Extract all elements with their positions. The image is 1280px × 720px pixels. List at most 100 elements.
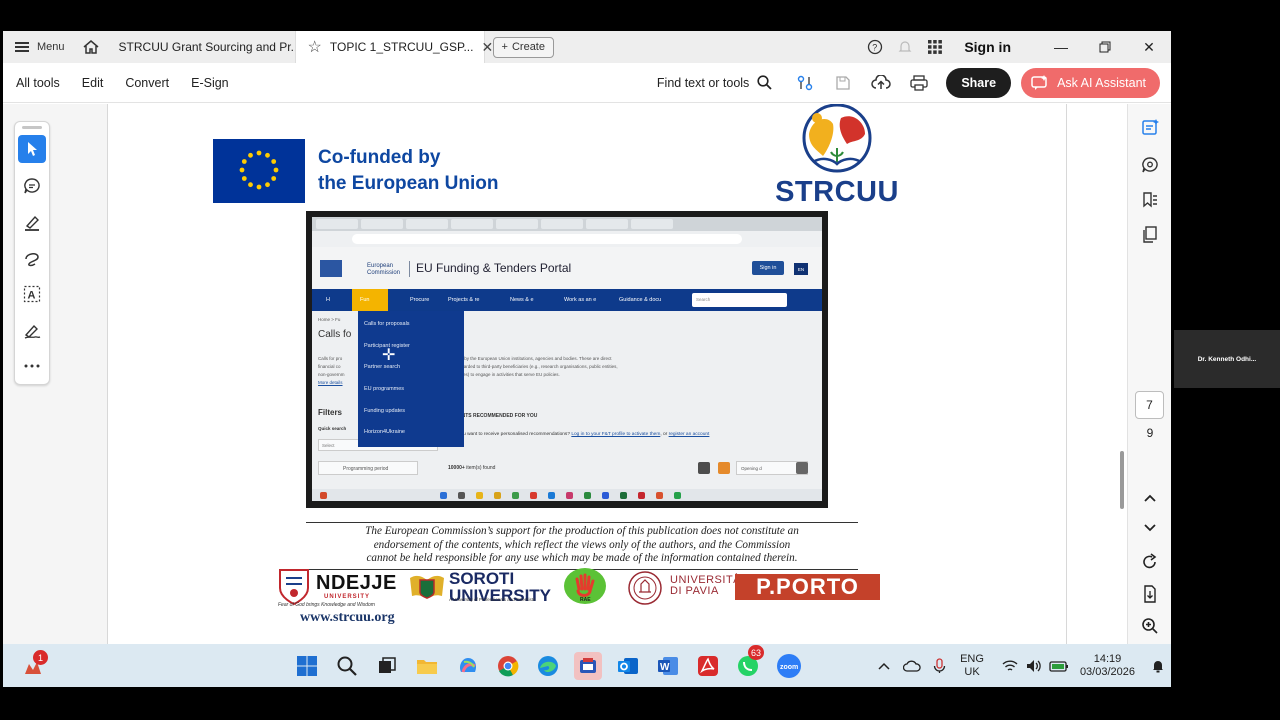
vertical-scrollbar[interactable] [1120, 451, 1124, 509]
tab-topic-1[interactable]: ☆ TOPIC 1_STRCUU_GSP... ✕ [294, 31, 493, 63]
recommend-register-link: register an account [668, 432, 710, 437]
draw-tool-icon[interactable] [18, 244, 46, 272]
dropdown-item: Horizon4Ukraine [364, 429, 405, 435]
ai-summary-icon[interactable] [1139, 116, 1161, 138]
taskbar-mini-icon [440, 492, 447, 499]
quick-tools-panel: A [14, 121, 50, 385]
compare-icon[interactable] [786, 74, 824, 92]
create-button[interactable]: + Create [492, 36, 554, 58]
zoom-icon[interactable]: zoom [775, 652, 803, 680]
dropdown-item: Calls for proposals [364, 321, 410, 327]
language-indicator[interactable]: ENG UK [960, 653, 984, 679]
chevron-up-icon[interactable] [870, 662, 898, 670]
file-explorer-icon[interactable] [413, 652, 441, 680]
find-tools[interactable]: Find text or tools [657, 75, 772, 90]
nav-funding-tab: Fun [352, 289, 388, 311]
highlight-tool-icon[interactable] [18, 208, 46, 236]
disclaimer-line: endorsement of the contents, which refle… [373, 538, 791, 551]
notifications-icon[interactable] [1145, 659, 1171, 673]
soroti-line-1: SOROTI [449, 569, 515, 588]
tab-grant-sourcing[interactable]: STRCUU Grant Sourcing and Pr... [107, 31, 301, 63]
more-details-link: More details [318, 380, 343, 385]
soroti-sub: A University of Professionals and Scient… [449, 597, 536, 602]
upload-icon[interactable] [862, 74, 900, 91]
browser-tabs [312, 217, 822, 231]
comment-tool-icon[interactable] [18, 172, 46, 200]
whatsapp-icon[interactable]: 63 [734, 645, 765, 680]
acrobat-icon[interactable] [694, 652, 722, 680]
star-icon[interactable]: ☆ [308, 37, 322, 57]
apps-grid-icon[interactable] [920, 40, 950, 54]
widgets-icon[interactable]: 1 [20, 650, 48, 680]
more-tools-icon[interactable] [18, 352, 46, 380]
bell-icon[interactable] [890, 39, 920, 55]
pavia-line-2: DI PAVIA [670, 585, 719, 597]
taskbar-mini-icon [674, 492, 681, 499]
restore-button[interactable] [1083, 41, 1127, 53]
all-tools-menu[interactable]: All tools [3, 76, 71, 90]
wifi-icon[interactable] [998, 659, 1022, 672]
panel-grip[interactable] [22, 126, 42, 129]
rotate-icon[interactable] [1139, 551, 1161, 573]
edge-icon[interactable] [534, 652, 562, 680]
print-icon[interactable] [900, 74, 938, 91]
porto-logo: P.PORTO [735, 574, 880, 600]
page-up-icon[interactable] [1139, 487, 1161, 509]
find-label: Find text or tools [656, 75, 750, 90]
pages-icon[interactable] [1139, 224, 1161, 246]
ask-ai-button[interactable]: Ask AI Assistant [1021, 67, 1160, 98]
share-button[interactable]: Share [946, 67, 1012, 98]
comments-icon[interactable] [1139, 154, 1161, 176]
recommend-login-link: Log in to your F&T profile to activate t… [571, 432, 661, 437]
page-down-icon[interactable] [1139, 517, 1161, 539]
nav-guidance: Guidance & docu [619, 297, 662, 303]
help-icon[interactable]: ? [860, 39, 890, 55]
lang-region: UK [964, 665, 980, 678]
left-text: Calls for pro financial co non-governm M… [318, 355, 345, 387]
menu-label: Menu [37, 41, 65, 53]
current-page-input[interactable]: 7 [1135, 391, 1164, 419]
copilot-icon[interactable] [454, 652, 482, 680]
zoom-in-icon[interactable] [1139, 615, 1161, 637]
search-taskbar-icon[interactable] [333, 652, 361, 680]
nav-procure: Procure [410, 297, 430, 303]
signature-tool-icon[interactable] [18, 316, 46, 344]
save-icon[interactable] [824, 75, 862, 91]
esign-menu[interactable]: E-Sign [180, 76, 240, 90]
clock[interactable]: 14:19 03/03/2026 [1080, 653, 1135, 679]
menu-button[interactable]: Menu [3, 31, 75, 63]
onedrive-icon[interactable] [898, 660, 926, 672]
create-label: Create [511, 41, 545, 53]
bookmarks-icon[interactable] [1139, 189, 1161, 211]
battery-icon[interactable] [1046, 660, 1072, 672]
task-view-icon[interactable] [373, 652, 401, 680]
minimize-button[interactable]: — [1039, 39, 1083, 55]
volume-icon[interactable] [1022, 659, 1046, 673]
outlook-icon[interactable] [614, 652, 642, 680]
word-icon[interactable]: W [654, 652, 682, 680]
active-app-icon[interactable] [574, 652, 602, 680]
text-box-tool-icon[interactable]: A [18, 280, 46, 308]
svg-text:zoom: zoom [780, 664, 798, 671]
browser-url-bar [312, 231, 822, 247]
close-tab-icon[interactable]: ✕ [481, 39, 493, 56]
browser-tab [361, 219, 403, 229]
edit-menu[interactable]: Edit [71, 76, 115, 90]
video-participant-tile[interactable]: Dr. Kenneth Odhi... [1174, 330, 1280, 388]
notification-badge: 1 [33, 650, 48, 665]
microphone-icon[interactable] [926, 657, 954, 674]
close-window-button[interactable]: ✕ [1127, 39, 1171, 56]
browser-tab [316, 219, 358, 229]
sign-in-button[interactable]: Sign in [964, 39, 1011, 55]
ndejje-logo-text: NDEJJE [316, 572, 397, 594]
taskbar-mini-icon [476, 492, 483, 499]
document-page[interactable]: Co-funded by the European Union STRCUU E… [107, 104, 1067, 644]
ndejje-university-text: UNIVERSITY [324, 594, 371, 600]
rae-text: RAE [580, 597, 591, 603]
select-tool-icon[interactable] [18, 135, 46, 163]
chrome-icon[interactable] [494, 652, 522, 680]
home-icon[interactable] [75, 31, 107, 63]
start-icon[interactable] [293, 652, 321, 680]
convert-menu[interactable]: Convert [114, 76, 180, 90]
scroll-mode-icon[interactable] [1139, 583, 1161, 605]
